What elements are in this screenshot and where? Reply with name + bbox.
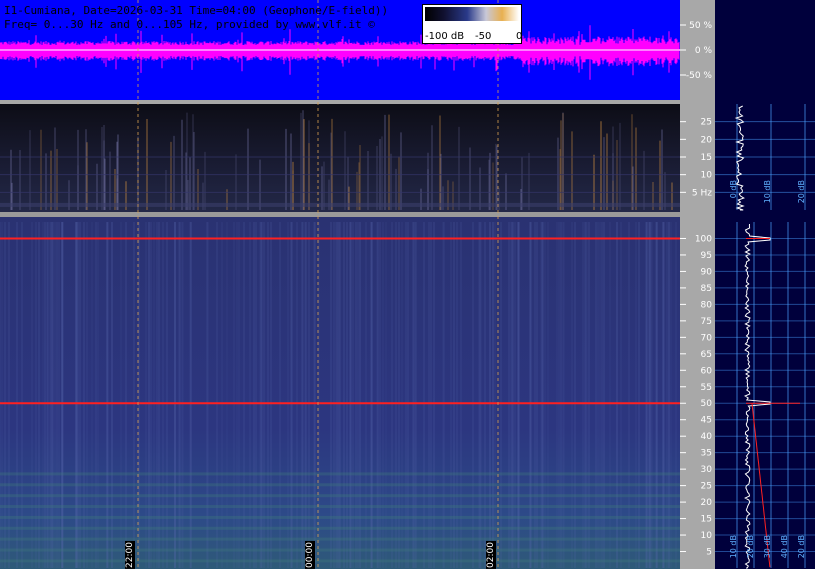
colorbar-legend: -100 dB -50 0 [422,4,522,44]
side-label-top-2: 20 dB [797,180,806,204]
header-line-1: I1-Cumiana, Date=2026-03-31 Time=04:00 (… [4,4,389,17]
wave-tick-label: 0 % [695,46,713,56]
side-label-bottom-0: 10 dB [729,535,738,559]
high-tick-label: 35 [701,449,712,459]
colorbar-label-max: 0 [516,31,523,42]
high-band-harmonic [0,537,680,541]
low-tick-label: 5 Hz [692,188,712,198]
high-tick-label: 55 [701,383,712,393]
high-tick-label: 95 [701,251,712,261]
time-label-02: 02:00 [486,541,496,569]
header-line-2: Freq= 0...30 Hz and 0...105 Hz, provided… [4,18,375,31]
low-tick-label: 10 [701,171,713,181]
panel-separator [0,212,680,217]
high-band-harmonic [0,515,680,519]
colorbar-label-mid: -50 [475,31,492,42]
vlf-spectrogram: 50 %0 %-50 %252015105 Hz1009590858075706… [0,0,815,569]
high-tick-label: 100 [695,234,712,244]
high-band-harmonic [0,505,680,509]
high-band-harmonic [0,526,680,530]
side-label-bottom-3: 40 dB [780,535,789,559]
high-tick-label: 30 [701,465,713,475]
side-label-top-1: 10 dB [763,180,772,204]
high-band-harmonic [0,472,680,476]
high-tick-label: 45 [701,416,712,426]
high-tick-label: 40 [701,432,713,442]
high-band-harmonic [0,559,680,563]
high-tick-label: 15 [701,515,712,525]
colorbar-label-min: -100 dB [425,31,465,42]
low-tick-label: 25 [701,118,712,128]
time-label-00: 00:00 [305,541,315,569]
high-tick-label: 90 [701,267,713,277]
low-tick-label: 15 [701,153,712,163]
high-tick-label: 10 [701,531,713,541]
high-tick-label: 50 [701,399,713,409]
high-band-harmonic [0,483,680,487]
high-band-harmonic [0,494,680,498]
side-label-top-0: 0 dB [729,180,738,199]
high-tick-label: 80 [701,300,713,310]
high-tick-label: 75 [701,317,712,327]
time-label-22: 22:00 [125,541,135,569]
high-tick-label: 20 [701,498,713,508]
high-tick-label: 25 [701,482,712,492]
colorbar-gradient [425,7,519,21]
high-tick-label: 85 [701,284,712,294]
high-tick-label: 5 [706,548,712,558]
high-tick-label: 60 [701,366,713,376]
low-band-floor [0,202,680,207]
side-panel [715,0,815,569]
high-tick-label: 70 [701,333,713,343]
side-label-bottom-2: 30 dB [763,535,772,559]
high-tick-label: 65 [701,350,712,360]
high-band-harmonic [0,548,680,552]
low-tick-label: 20 [701,135,713,145]
side-label-bottom-1: 20 dB [746,535,755,559]
wave-tick-label: 50 % [689,21,712,31]
wave-tick-label: -50 % [686,71,713,81]
side-label-bottom-4: 20 dB [797,535,806,559]
